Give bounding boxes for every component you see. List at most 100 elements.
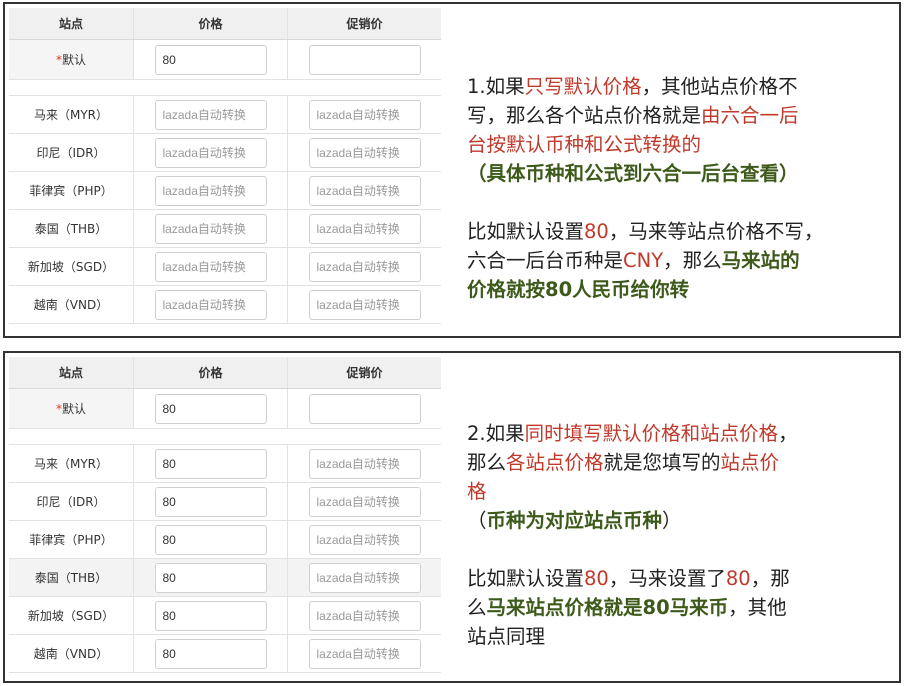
table-row: 马来（MYR） lazada自动转换 lazada自动转换 [9,96,441,134]
site-promo-input[interactable]: lazada自动转换 [308,600,421,631]
highlight-text: 80 [725,567,751,590]
site-promo-input[interactable]: lazada自动转换 [308,137,421,168]
note-line: 格 [467,477,897,506]
note-line: 么马来站点价格就是80马来币，其他 [467,596,787,619]
price-form-1: 站点 价格 促销价 * 默认 80 马来（MYR） lazada自动转换 laza… [9,8,441,324]
note-line: 台按默认币种和公式转换的 [467,130,897,159]
header-promo: 促销价 [287,8,441,39]
explanation-note-1: 1.如果只写默认价格，其他站点价格不 写，那么各个站点价格就是由六合一后 台按默… [467,72,897,304]
header-price: 价格 [133,8,287,39]
highlight-text: 台按默认币种和公式转换的 [467,133,702,156]
site-promo-input[interactable]: lazada自动转换 [308,175,421,206]
table-row: 越南（VND） lazada自动转换 lazada自动转换 [9,286,441,324]
default-row: * 默认 80 [9,40,441,80]
table-row: 印尼（IDR） 80 lazada自动转换 [9,483,441,521]
site-label: 马来（MYR） [33,457,109,471]
site-price-input[interactable]: 80 [154,486,267,517]
header-promo: 促销价 [287,357,441,388]
default-price-input[interactable]: 80 [154,44,267,75]
emphasis-text: 马来站的 [721,249,800,272]
default-promo-input[interactable] [308,44,421,75]
table-row: 越南（VND） 80 lazada自动转换 [9,635,441,673]
note-line: 2.如果同时填写默认价格和站点价格， [467,422,798,445]
site-promo-input[interactable]: lazada自动转换 [308,486,421,517]
header-site: 站点 [58,366,83,380]
site-promo-input[interactable]: lazada自动转换 [308,251,421,282]
row-gap [9,429,441,445]
default-promo-input[interactable] [308,393,421,424]
site-price-input[interactable]: 80 [154,638,267,669]
site-promo-input[interactable]: lazada自动转换 [308,638,421,669]
note-line: 1.如果只写默认价格，其他站点价格不 [467,75,798,98]
table-header: 站点 价格 促销价 [9,8,441,40]
site-label: 菲律宾（PHP） [29,533,113,547]
site-label: 菲律宾（PHP） [29,184,113,198]
site-price-input[interactable]: lazada自动转换 [154,213,267,244]
site-price-input[interactable]: lazada自动转换 [154,289,267,320]
header-price: 价格 [133,357,287,388]
emphasis-text: 币种为对应站点币种 [486,509,663,532]
note-line: 写，那么各个站点价格就是由六合一后 [467,104,799,127]
table-header: 站点 价格 促销价 [9,357,441,389]
table-row: 印尼（IDR） lazada自动转换 lazada自动转换 [9,134,441,172]
table-row: 泰国（THB） lazada自动转换 lazada自动转换 [9,210,441,248]
default-label-text: 默认 [61,402,86,416]
site-label: 泰国（THB） [34,571,108,585]
note-line: 六合一后台币种是CNY，那么马来站的 [467,249,800,272]
highlight-text: 由六合一后 [701,104,799,127]
site-price-input[interactable]: 80 [154,448,267,479]
highlight-text: 80 [584,220,609,243]
site-price-input[interactable]: lazada自动转换 [154,99,267,130]
note-line: 价格就按80人民币给你转 [467,275,897,304]
site-label: 印尼（IDR） [36,146,106,160]
site-label: 印尼（IDR） [36,495,106,509]
row-gap [9,80,441,96]
site-label: 马来（MYR） [33,108,109,122]
default-price-input[interactable]: 80 [154,393,267,424]
highlight-text: 只写默认价格 [524,75,642,98]
highlight-text: 80 [584,567,609,590]
site-promo-input[interactable]: lazada自动转换 [308,289,421,320]
default-label-text: 默认 [61,53,86,67]
table-row: 菲律宾（PHP） lazada自动转换 lazada自动转换 [9,172,441,210]
site-price-input[interactable]: 80 [154,562,267,593]
site-price-input[interactable]: 80 [154,524,267,555]
site-price-input[interactable]: lazada自动转换 [154,137,267,168]
site-price-input[interactable]: lazada自动转换 [154,175,267,206]
note-line: 比如默认设置80，马来设置了80，那 [467,567,790,590]
example-panel-2: 站点 价格 促销价 * 默认 80 马来（MYR） 80 lazada自动转换 印… [3,351,901,683]
emphasis-text: 马来站点价格就是80马来币 [486,596,729,619]
header-site: 站点 [58,17,83,31]
site-promo-input[interactable]: lazada自动转换 [308,524,421,555]
site-promo-input[interactable]: lazada自动转换 [308,213,421,244]
site-price-input[interactable]: 80 [154,600,267,631]
site-promo-input[interactable]: lazada自动转换 [308,99,421,130]
highlight-text: CNY [623,249,664,272]
highlight-text: 各站点价格 [506,451,604,474]
note-line: （具体币种和公式到六合一后台查看） [467,159,897,188]
table-row: 菲律宾（PHP） 80 lazada自动转换 [9,521,441,559]
table-row: 新加坡（SGD） lazada自动转换 lazada自动转换 [9,248,441,286]
highlight-text: 站点价 [720,451,780,474]
site-label: 新加坡（SGD） [27,260,115,274]
note-line: 比如默认设置80，马来等站点价格不写， [467,220,824,243]
site-label: 越南（VND） [33,298,109,312]
site-price-input[interactable]: lazada自动转换 [154,251,267,282]
site-label: 新加坡（SGD） [27,609,115,623]
default-label: * 默认 [9,40,133,79]
site-promo-input[interactable]: lazada自动转换 [308,448,421,479]
site-promo-input[interactable]: lazada自动转换 [308,562,421,593]
highlight-text: 格 [467,480,487,503]
explanation-note-2: 2.如果同时填写默认价格和站点价格， 那么各站点价格就是您填写的站点价 格 （币… [467,419,897,651]
table-row: 泰国（THB） 80 lazada自动转换 [9,559,441,597]
site-label: 泰国（THB） [34,222,108,236]
table-row: 马来（MYR） 80 lazada自动转换 [9,445,441,483]
note-line: （币种为对应站点币种） [467,509,682,532]
example-panel-1: 站点 价格 促销价 * 默认 80 马来（MYR） lazada自动转换 laza… [3,2,901,338]
note-line: 站点同理 [467,625,546,648]
price-form-2: 站点 价格 促销价 * 默认 80 马来（MYR） 80 lazada自动转换 印… [9,357,441,673]
site-label: 越南（VND） [33,647,109,661]
default-row: * 默认 80 [9,389,441,429]
emphasis-text: （具体币种和公式到六合一后台查看） [467,162,799,185]
default-label: * 默认 [9,389,133,428]
